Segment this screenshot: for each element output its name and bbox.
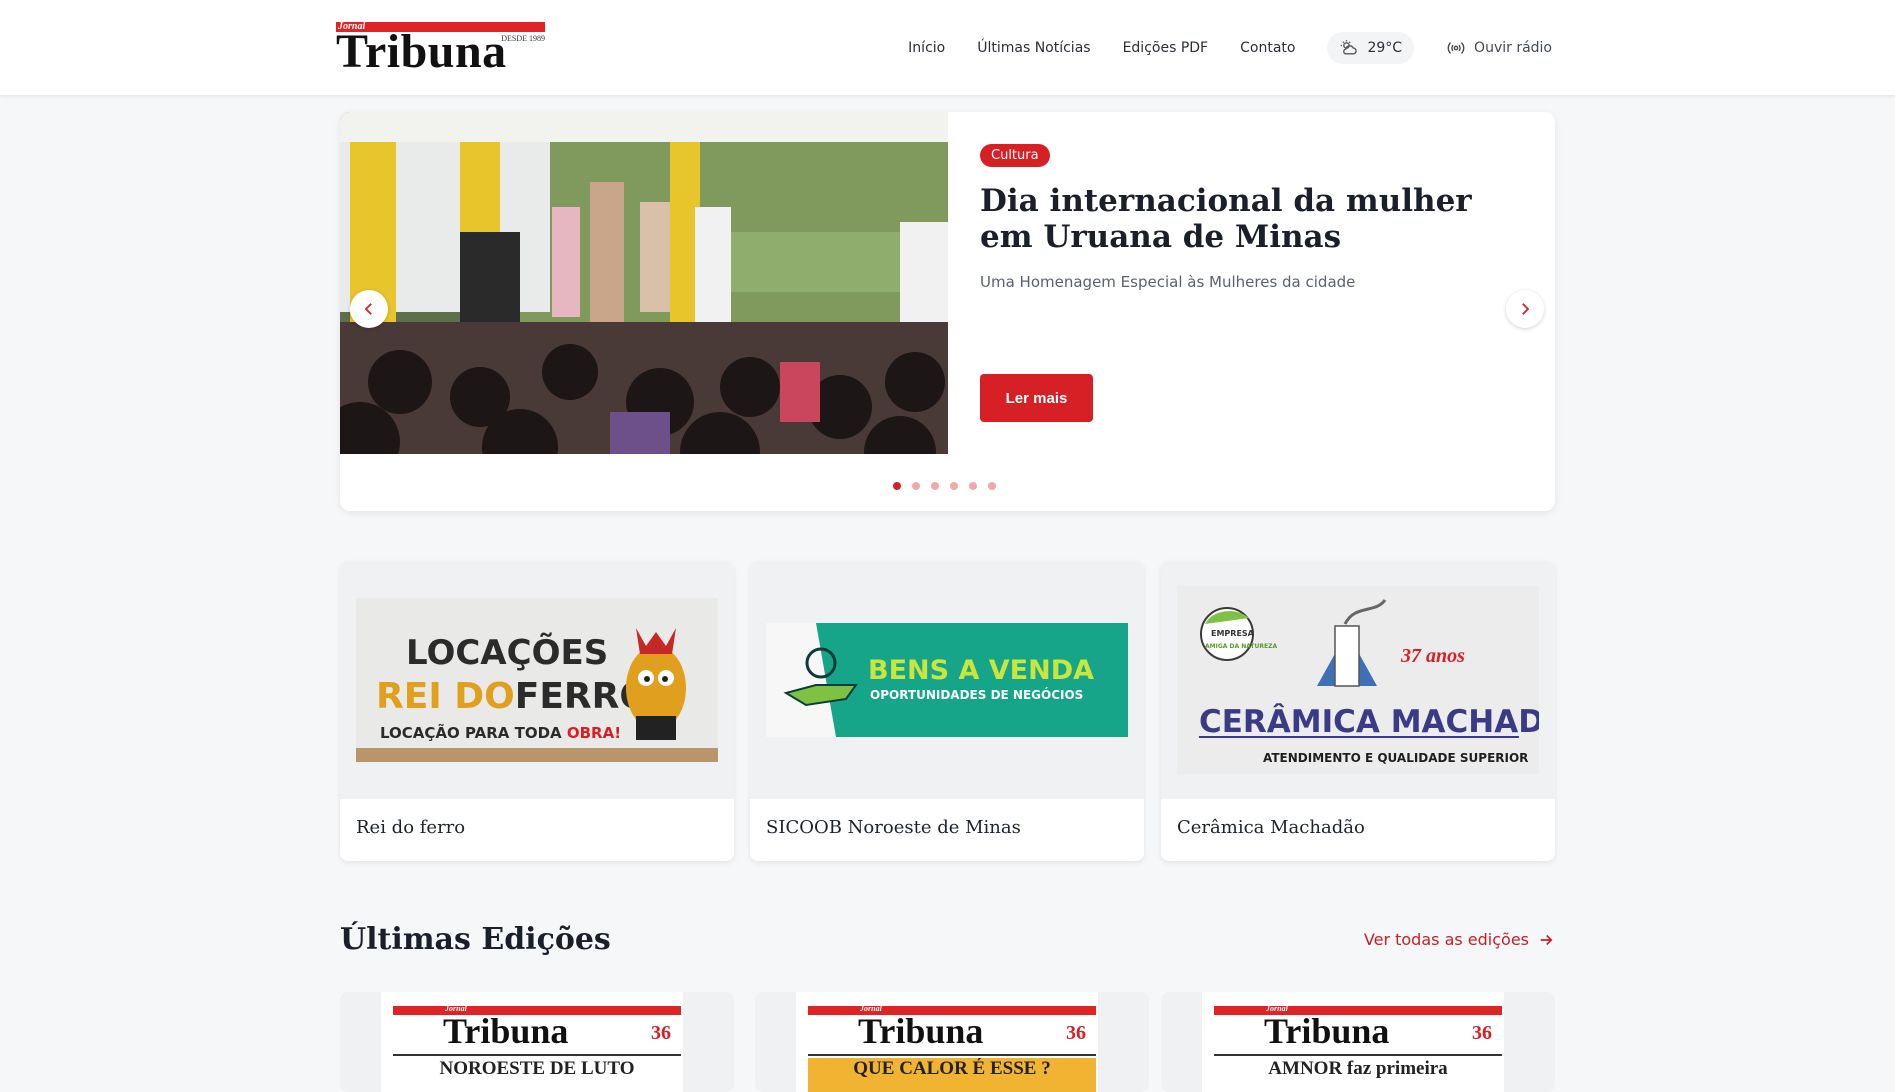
weather-widget: 29°C bbox=[1327, 32, 1415, 64]
sponsor-image: EMPRESA AMIGA DA NATUREZA 37 anos CERÂMI… bbox=[1161, 561, 1555, 799]
sponsor-name[interactable]: Cerâmica Machadão bbox=[1177, 817, 1365, 838]
hero-image[interactable] bbox=[340, 112, 948, 454]
nav-inicio[interactable]: Início bbox=[908, 40, 945, 56]
carousel-next-button[interactable] bbox=[1506, 290, 1544, 328]
ceramica-machadao-ad: EMPRESA AMIGA DA NATUREZA 37 anos CERÂMI… bbox=[1177, 586, 1539, 774]
hero-carousel: Cultura Dia internacional da mulher em U… bbox=[340, 112, 1555, 511]
edition-masthead: Tribuna bbox=[1264, 1011, 1390, 1051]
main-nav: Início Últimas Notícias Edições PDF Cont… bbox=[908, 0, 1552, 96]
ad-line2: OPORTUNIDADES DE NEGÓCIOS bbox=[870, 687, 1083, 702]
ad-years: 37 anos bbox=[1400, 645, 1465, 667]
edition-cover: Jornal Tribuna 36 QUE CALOR É ESSE ? bbox=[796, 992, 1098, 1092]
ad-badge2: AMIGA DA NATUREZA bbox=[1205, 643, 1277, 650]
site-header: Jornal DESDE 1989 Tribuna Início Últimas… bbox=[0, 0, 1895, 96]
ad-line2: REI DOFERRO bbox=[376, 676, 650, 717]
carousel-dot[interactable] bbox=[969, 482, 977, 490]
chevron-left-icon bbox=[364, 303, 372, 315]
view-all-editions-link[interactable]: Ver todas as edições bbox=[1364, 930, 1555, 949]
radio-label: Ouvir rádio bbox=[1474, 40, 1552, 56]
ad-line2a: REI DO bbox=[376, 676, 515, 717]
nav-edicoes-pdf[interactable]: Edições PDF bbox=[1123, 40, 1209, 56]
edition-anniversary: 36 bbox=[651, 1022, 671, 1044]
edition-rule bbox=[393, 1054, 681, 1056]
sponsor-card[interactable]: EMPRESA AMIGA DA NATUREZA 37 anos CERÂMI… bbox=[1161, 561, 1555, 861]
hero-subtitle: Uma Homenagem Especial às Mulheres da ci… bbox=[980, 273, 1356, 291]
ad-line2: ATENDIMENTO E QUALIDADE SUPERIOR bbox=[1263, 751, 1528, 765]
carousel-dot[interactable] bbox=[931, 482, 939, 490]
radio-button[interactable]: Ouvir rádio bbox=[1446, 38, 1552, 58]
category-badge[interactable]: Cultura bbox=[980, 144, 1050, 167]
site-logo[interactable]: Jornal DESDE 1989 Tribuna bbox=[336, 21, 545, 78]
edition-cover: Jornal Tribuna 36 AMNOR faz primeira bbox=[1202, 992, 1504, 1092]
nav-contato[interactable]: Contato bbox=[1240, 40, 1295, 56]
ad-line1: LOCAÇÕES bbox=[406, 632, 608, 673]
sponsor-card[interactable]: BENS A VENDA OPORTUNIDADES DE NEGÓCIOS S… bbox=[750, 561, 1144, 861]
edition-card[interactable]: Jornal Tribuna 36 AMNOR faz primeira bbox=[1161, 992, 1555, 1092]
carousel-dot[interactable] bbox=[893, 482, 901, 490]
hero-photo bbox=[340, 112, 948, 454]
carousel-prev-button[interactable] bbox=[350, 290, 388, 328]
carousel-dot[interactable] bbox=[912, 482, 920, 490]
sicoob-ad: BENS A VENDA OPORTUNIDADES DE NEGÓCIOS bbox=[766, 623, 1128, 737]
edition-masthead: Tribuna bbox=[858, 1011, 984, 1051]
nav-ultimas-noticias[interactable]: Últimas Notícias bbox=[977, 40, 1090, 56]
hero-title[interactable]: Dia internacional da mulher em Uruana de… bbox=[980, 183, 1500, 255]
ad-line3: LOCAÇÃO PARA TODA OBRA! bbox=[380, 723, 621, 742]
edition-headline: AMNOR faz primeira bbox=[1268, 1058, 1448, 1079]
carousel-dot[interactable] bbox=[988, 482, 996, 490]
partly-cloudy-icon bbox=[1341, 40, 1358, 55]
edition-headline: NOROESTE DE LUTO bbox=[439, 1058, 635, 1079]
edition-rule bbox=[1214, 1054, 1502, 1056]
edition-anniversary: 36 bbox=[1066, 1022, 1086, 1044]
carousel-dots bbox=[893, 482, 996, 490]
chevron-right-icon bbox=[1522, 303, 1530, 315]
carousel-dot[interactable] bbox=[950, 482, 958, 490]
weather-temperature: 29°C bbox=[1367, 40, 1403, 56]
edition-masthead: Tribuna bbox=[443, 1011, 569, 1051]
sponsor-image: BENS A VENDA OPORTUNIDADES DE NEGÓCIOS bbox=[750, 561, 1144, 799]
view-all-editions-label: Ver todas as edições bbox=[1363, 930, 1529, 949]
sponsor-image: LOCAÇÕES REI DOFERRO LOCAÇÃO PARA TODA O… bbox=[340, 561, 734, 799]
sponsor-card[interactable]: LOCAÇÕES REI DOFERRO LOCAÇÃO PARA TODA O… bbox=[340, 561, 734, 861]
ad-line1: BENS A VENDA bbox=[868, 655, 1094, 686]
edition-headline: QUE CALOR É ESSE ? bbox=[808, 1058, 1096, 1092]
read-more-button[interactable]: Ler mais bbox=[980, 374, 1093, 422]
ad-line3b: OBRA! bbox=[567, 724, 621, 742]
rei-do-ferro-ad: LOCAÇÕES REI DOFERRO LOCAÇÃO PARA TODA O… bbox=[356, 598, 718, 762]
ad-line1: CERÂMICA MACHADÃO bbox=[1199, 703, 1539, 740]
sponsor-name[interactable]: Rei do ferro bbox=[356, 817, 465, 838]
ad-badge1: EMPRESA bbox=[1211, 629, 1255, 638]
logo-since-text: DESDE 1989 bbox=[501, 34, 545, 43]
edition-cover: Jornal Tribuna 36 NOROESTE DE LUTO bbox=[381, 992, 683, 1092]
edition-card[interactable]: Jornal Tribuna 36 QUE CALOR É ESSE ? bbox=[755, 992, 1149, 1092]
edition-rule bbox=[808, 1054, 1096, 1056]
hero-content: Cultura Dia internacional da mulher em U… bbox=[980, 144, 1500, 291]
radio-broadcast-icon bbox=[1447, 42, 1465, 54]
sponsor-cards: LOCAÇÕES REI DOFERRO LOCAÇÃO PARA TODA O… bbox=[340, 561, 1555, 861]
logo-wordmark: Tribuna bbox=[336, 25, 507, 78]
ad-line3a: LOCAÇÃO PARA TODA bbox=[380, 723, 567, 742]
arrow-right-icon bbox=[1540, 934, 1553, 945]
sponsor-name[interactable]: SICOOB Noroeste de Minas bbox=[766, 817, 1021, 838]
section-title: Últimas Edições bbox=[340, 922, 611, 957]
edition-card[interactable]: Jornal Tribuna 36 NOROESTE DE LUTO bbox=[340, 992, 734, 1092]
edition-anniversary: 36 bbox=[1472, 1022, 1492, 1044]
